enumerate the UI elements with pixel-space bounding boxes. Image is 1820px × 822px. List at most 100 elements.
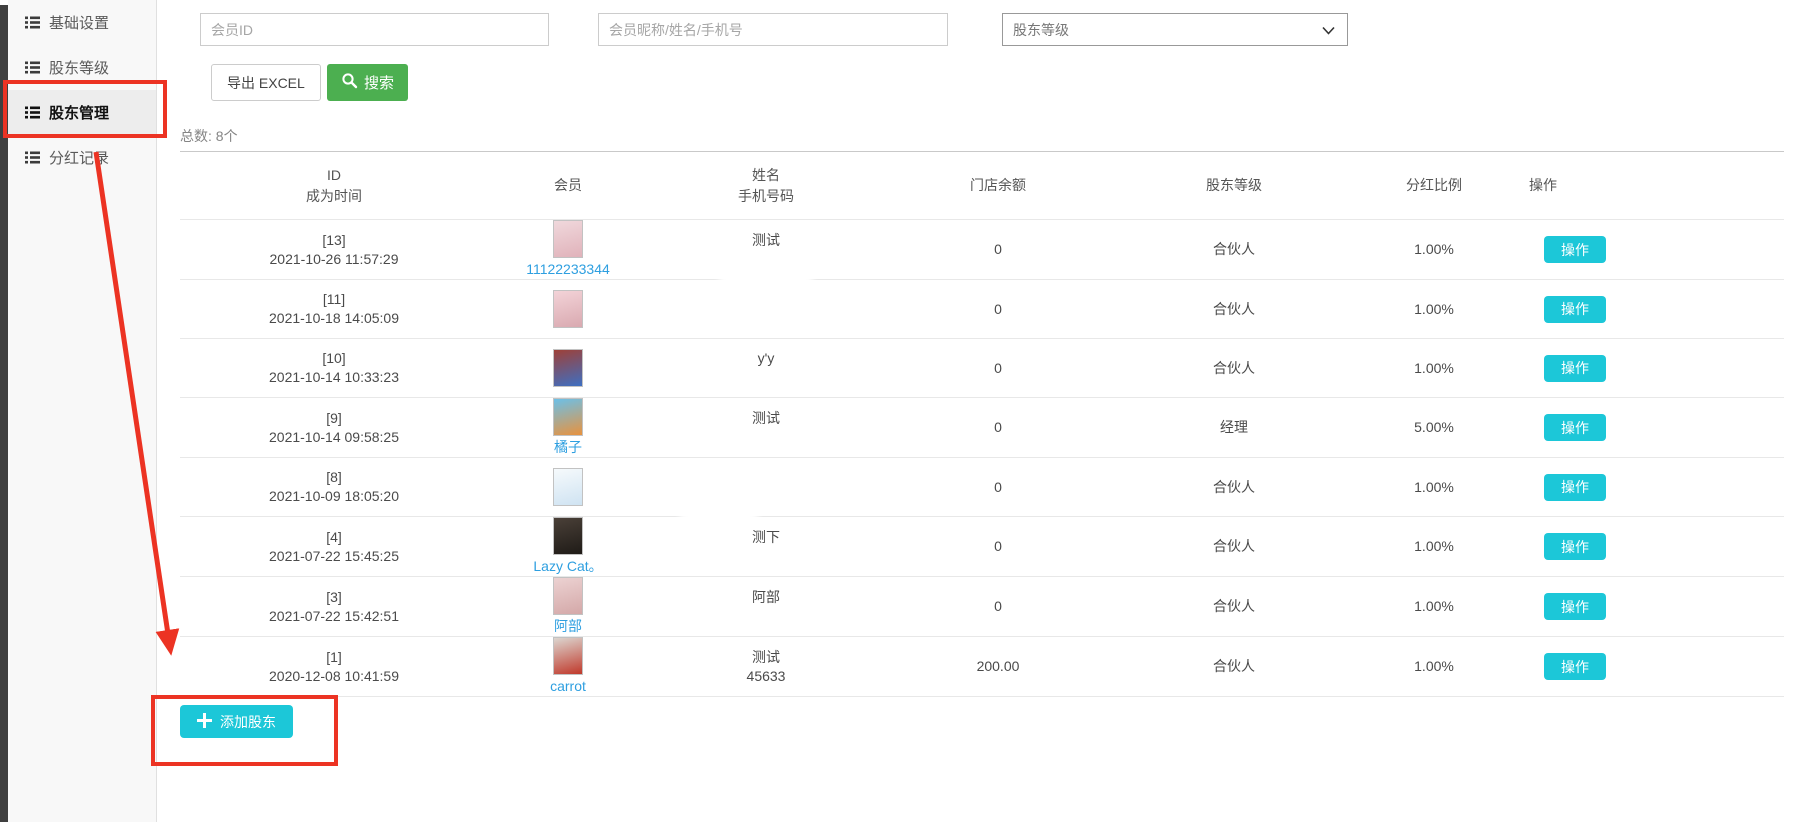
row-action-button[interactable]: 操作 (1544, 296, 1606, 323)
add-shareholder-label: 添加股东 (220, 712, 276, 732)
row-action-button[interactable]: 操作 (1544, 593, 1606, 620)
list-icon (25, 61, 40, 74)
member-nickname-link[interactable]: 阿部 (554, 617, 582, 636)
shareholder-table: ID成为时间 会员 姓名手机号码 门店余额 股东等级 分红比例 操作 [13] … (180, 151, 1784, 697)
row-time: 2021-10-26 11:57:29 (180, 250, 488, 269)
cell-balance: 0 (884, 517, 1112, 577)
member-avatar (553, 220, 583, 258)
search-button[interactable]: 搜索 (327, 64, 408, 101)
sidebar-item-label: 股东等级 (49, 57, 109, 78)
search-button-label: 搜索 (364, 72, 394, 93)
header-balance: 门店余额 (884, 152, 1112, 220)
sidebar-item[interactable]: 分红记录 (8, 135, 156, 180)
cell-level: 合伙人 (1112, 458, 1356, 517)
row-action-button[interactable]: 操作 (1544, 533, 1606, 560)
redaction-smudge (718, 258, 814, 294)
sidebar-item-label: 股东管理 (49, 102, 109, 123)
row-id: [8] (180, 468, 488, 487)
cell-id-time: [10] 2021-10-14 10:33:23 (180, 339, 488, 398)
cell-ratio: 1.00% (1356, 339, 1512, 398)
member-avatar (553, 349, 583, 387)
sidebar-item[interactable]: 股东管理 (8, 90, 156, 135)
cell-member (488, 458, 648, 517)
cell-ratio: 1.00% (1356, 280, 1512, 339)
cell-name-phone: 测试 45633 (648, 637, 884, 697)
row-phone (648, 309, 884, 328)
row-time: 2021-07-22 15:45:25 (180, 547, 488, 566)
sidebar-item[interactable]: 基础设置 (8, 0, 156, 45)
row-id: [4] (180, 528, 488, 547)
header-name: 姓名手机号码 (648, 152, 884, 220)
cell-balance: 0 (884, 577, 1112, 637)
member-id-input[interactable] (200, 13, 549, 46)
table-row: [1] 2020-12-08 10:41:59 carrot 测试 45633 … (180, 637, 1784, 697)
sidebar-item-label: 基础设置 (49, 12, 109, 33)
member-avatar (553, 577, 583, 615)
cell-id-time: [11] 2021-10-18 14:05:09 (180, 280, 488, 339)
member-nickname-link[interactable]: 橘子 (554, 438, 582, 457)
cell-action: 操作 (1512, 637, 1784, 697)
cell-member: Lazy Cat。 (488, 517, 648, 577)
cell-member: 阿部 (488, 577, 648, 637)
row-name: 测试 (648, 231, 884, 250)
header-member: 会员 (488, 152, 648, 220)
sidebar: 基础设置股东等级股东管理分红记录 (8, 0, 157, 822)
total-count: 总数: 8个 (180, 126, 238, 146)
cell-level: 合伙人 (1112, 577, 1356, 637)
row-time: 2021-07-22 15:42:51 (180, 607, 488, 626)
shareholder-management-page: 基础设置股东等级股东管理分红记录 股东等级 导出 EXCEL 搜索 总数: 8个… (0, 0, 1820, 822)
row-action-button[interactable]: 操作 (1544, 414, 1606, 441)
cell-id-time: [8] 2021-10-09 18:05:20 (180, 458, 488, 517)
cell-name-phone: 测下 (648, 517, 884, 577)
list-icon (25, 106, 40, 119)
row-id: [9] (180, 409, 488, 428)
add-shareholder-button[interactable]: 添加股东 (180, 705, 293, 738)
table-row: [13] 2021-10-26 11:57:29 11122233344 测试 … (180, 220, 1784, 280)
cell-member: 橘子 (488, 398, 648, 458)
cell-id-time: [3] 2021-07-22 15:42:51 (180, 577, 488, 637)
row-time: 2021-10-09 18:05:20 (180, 487, 488, 506)
row-name: 测下 (648, 528, 884, 547)
row-phone (648, 547, 884, 566)
member-nickname-link[interactable]: carrot (550, 677, 586, 696)
cell-balance: 0 (884, 398, 1112, 458)
shareholder-level-select[interactable]: 股东等级 (1002, 13, 1348, 46)
member-nickname-link[interactable]: 11122233344 (526, 260, 610, 279)
left-dark-strip (0, 5, 8, 822)
cell-balance: 0 (884, 280, 1112, 339)
row-time: 2020-12-08 10:41:59 (180, 667, 488, 686)
row-id: [3] (180, 588, 488, 607)
row-id: [13] (180, 231, 488, 250)
cell-id-time: [1] 2020-12-08 10:41:59 (180, 637, 488, 697)
cell-id-time: [4] 2021-07-22 15:45:25 (180, 517, 488, 577)
cell-ratio: 1.00% (1356, 458, 1512, 517)
table-row: [10] 2021-10-14 10:33:23 y'y 0 合伙人 1.00%… (180, 339, 1784, 398)
cell-action: 操作 (1512, 577, 1784, 637)
cell-action: 操作 (1512, 339, 1784, 398)
row-phone: 45633 (648, 667, 884, 686)
member-nickname-link[interactable]: Lazy Cat。 (533, 557, 602, 576)
cell-name-phone: 阿部 (648, 577, 884, 637)
row-time: 2021-10-14 09:58:25 (180, 428, 488, 447)
sidebar-item[interactable]: 股东等级 (8, 45, 156, 90)
plus-icon (197, 713, 212, 731)
nickname-search-input[interactable] (598, 13, 948, 46)
cell-ratio: 1.00% (1356, 637, 1512, 697)
row-name: y'y (648, 349, 884, 368)
header-action: 操作 (1512, 152, 1784, 220)
shareholder-level-select-value: 股东等级 (1013, 20, 1069, 40)
cell-level: 经理 (1112, 398, 1356, 458)
row-action-button[interactable]: 操作 (1544, 236, 1606, 263)
cell-balance: 0 (884, 220, 1112, 280)
row-action-button[interactable]: 操作 (1544, 474, 1606, 501)
member-avatar (553, 290, 583, 328)
cell-id-time: [13] 2021-10-26 11:57:29 (180, 220, 488, 280)
cell-level: 合伙人 (1112, 280, 1356, 339)
cell-action: 操作 (1512, 458, 1784, 517)
export-excel-button[interactable]: 导出 EXCEL (211, 64, 321, 101)
row-action-button[interactable]: 操作 (1544, 653, 1606, 680)
cell-ratio: 1.00% (1356, 577, 1512, 637)
row-phone (648, 607, 884, 626)
row-action-button[interactable]: 操作 (1544, 355, 1606, 382)
row-id: [11] (180, 290, 488, 309)
